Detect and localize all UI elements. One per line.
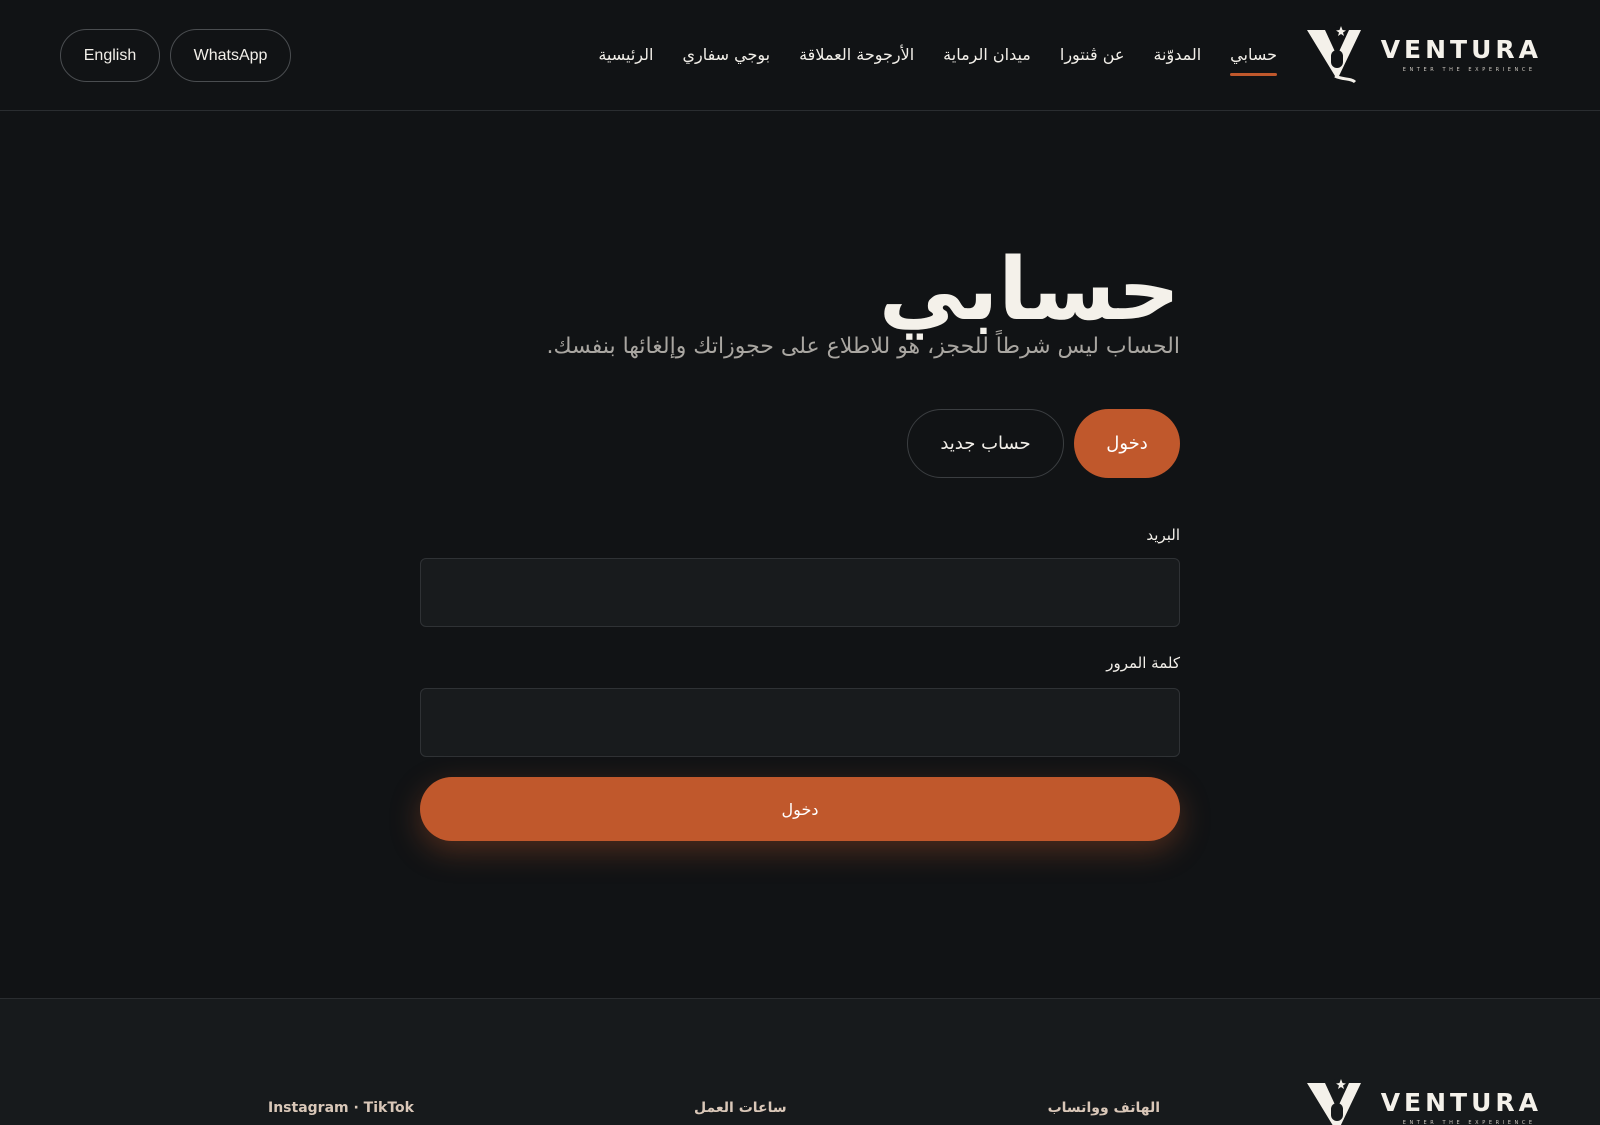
- footer-logo[interactable]: VENTURA ENTER THE EXPERIENCE: [1305, 1079, 1542, 1125]
- tab-login[interactable]: دخول: [1074, 409, 1180, 478]
- footer-hours-heading: ساعات العمل: [694, 1100, 787, 1116]
- account-section: حسابي الحساب ليس شرطاً للحجز، هو للاطلاع…: [0, 112, 1600, 998]
- footer-social-heading: Instagram · TikTok: [268, 1100, 414, 1116]
- footer-brand-tagline: ENTER THE EXPERIENCE: [1402, 1120, 1536, 1125]
- email-field[interactable]: [420, 558, 1180, 627]
- footer-phone-heading: الهاتف وواتساب: [1047, 1100, 1160, 1116]
- login-submit-button[interactable]: دخول: [420, 777, 1180, 841]
- language-switch-button[interactable]: English: [60, 29, 160, 82]
- ventura-logo-icon: [1306, 26, 1361, 84]
- nav-item-giant-swing[interactable]: الأرجوحة العملاقة: [799, 38, 914, 72]
- brand-name: VENTURA: [1380, 35, 1542, 64]
- nav-item-my-account[interactable]: حسابي: [1230, 38, 1277, 76]
- password-field[interactable]: [420, 688, 1180, 757]
- email-label: البريد: [1146, 526, 1180, 544]
- footer-brand-name: VENTURA: [1380, 1088, 1542, 1117]
- page-title: حسابي: [878, 240, 1180, 340]
- password-label: كلمة المرور: [1106, 654, 1180, 672]
- tab-register[interactable]: حساب جديد: [907, 409, 1064, 478]
- nav-item-about[interactable]: عن ڤنتورا: [1060, 38, 1125, 72]
- whatsapp-button[interactable]: WhatsApp: [170, 29, 291, 82]
- page-subtitle: الحساب ليس شرطاً للحجز، هو للاطلاع على ح…: [546, 334, 1180, 359]
- nav-item-buggy-safari[interactable]: بوجي سفاري: [682, 38, 770, 72]
- main-nav: الرئيسية بوجي سفاري الأرجوحة العملاقة مي…: [598, 38, 1277, 76]
- header-logo[interactable]: VENTURA ENTER THE EXPERIENCE: [1305, 26, 1542, 84]
- brand-tagline: ENTER THE EXPERIENCE: [1402, 67, 1536, 73]
- site-header: VENTURA ENTER THE EXPERIENCE الرئيسية بو…: [0, 0, 1600, 111]
- nav-item-home[interactable]: الرئيسية: [598, 38, 653, 72]
- site-footer: VENTURA ENTER THE EXPERIENCE الهاتف ووات…: [0, 998, 1600, 1125]
- nav-item-blog[interactable]: المدوّنة: [1153, 38, 1201, 72]
- ventura-logo-icon: [1306, 1079, 1361, 1125]
- nav-item-shooting-range[interactable]: ميدان الرماية: [943, 38, 1031, 72]
